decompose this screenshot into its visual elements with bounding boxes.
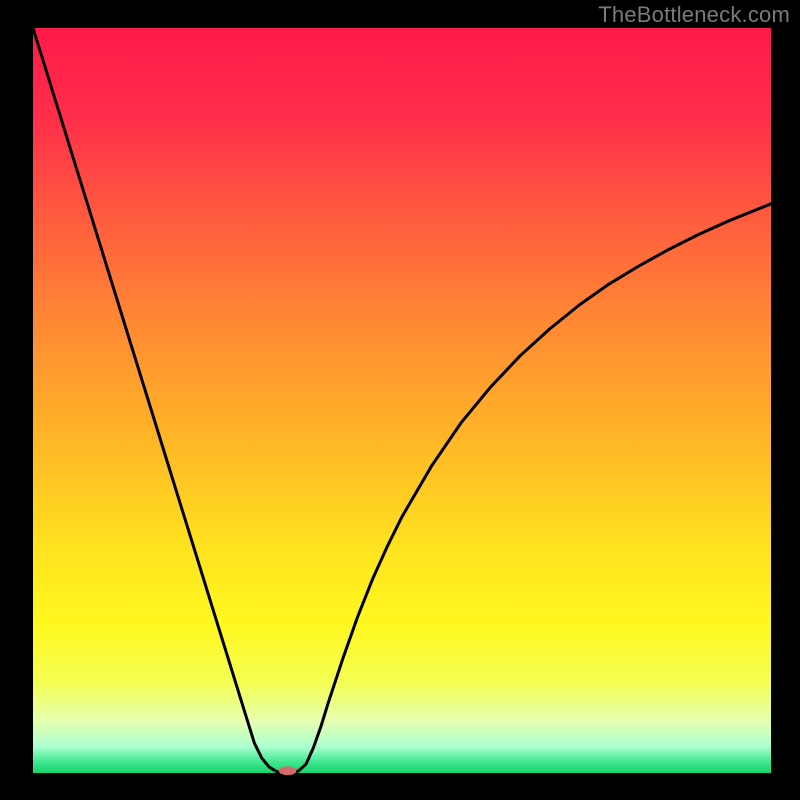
- chart-svg: [0, 0, 800, 800]
- plot-background: [33, 28, 771, 773]
- target-marker: [279, 766, 297, 775]
- chart-frame: TheBottleneck.com: [0, 0, 800, 800]
